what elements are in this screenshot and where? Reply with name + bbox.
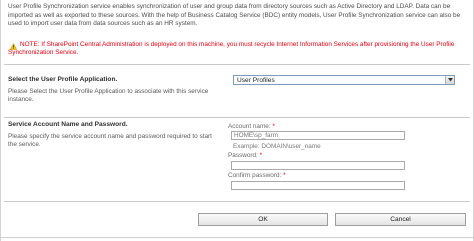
section-divider-middle — [4, 117, 470, 118]
account-name-label: Account name: * — [228, 123, 275, 130]
required-marker: * — [272, 123, 275, 130]
account-name-input[interactable]: HOME\sp_farm — [231, 131, 405, 140]
required-marker: * — [283, 172, 286, 179]
bottom-border — [0, 237, 474, 238]
account-section-title: Service Account Name and Password. — [8, 121, 128, 128]
user-profile-application-select[interactable]: User Profiles — [233, 75, 455, 85]
app-section-description: Please Select the User Profile Applicati… — [8, 88, 209, 103]
warning-icon — [10, 43, 17, 50]
intro-description: User Profile Synchronization service ena… — [8, 3, 461, 28]
section-divider-top — [4, 64, 470, 65]
confirm-password-input[interactable] — [231, 181, 405, 190]
app-section-title: Select the User Profile Application. — [8, 76, 118, 83]
account-name-example: Example: DOMAIN\user_name — [233, 143, 321, 150]
section-divider-bottom — [4, 201, 470, 202]
account-section-description: Please specify the service account name … — [8, 133, 212, 148]
password-input[interactable] — [231, 161, 405, 170]
confirm-password-label: Confirm password: * — [228, 172, 286, 179]
account-name-value: HOME\sp_farm — [234, 132, 279, 139]
chevron-down-icon[interactable] — [445, 76, 454, 84]
warning-note: NOTE: If SharePoint Central Administrati… — [8, 41, 455, 57]
select-value: User Profiles — [237, 77, 275, 84]
cancel-button[interactable]: Cancel — [335, 213, 466, 226]
password-label: Password: * — [228, 152, 263, 159]
required-marker: * — [259, 152, 263, 159]
ok-button[interactable]: OK — [198, 213, 328, 226]
